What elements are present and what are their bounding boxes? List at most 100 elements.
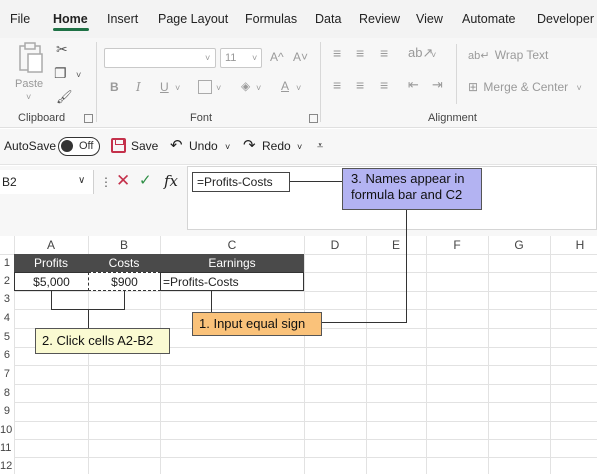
borders-icon[interactable] bbox=[198, 80, 212, 94]
alignment-group-label: Alignment bbox=[428, 112, 477, 124]
borders-dropdown-icon[interactable]: ˅ bbox=[216, 83, 221, 93]
menu-home[interactable]: Home bbox=[53, 12, 88, 26]
cell-b2[interactable]: $900 bbox=[88, 272, 161, 291]
orientation-dropdown-icon[interactable]: ˅ bbox=[431, 50, 436, 60]
menu-bar: File Home Insert Page Layout Formulas Da… bbox=[0, 0, 597, 38]
align-left-icon[interactable]: ≡ bbox=[333, 78, 341, 92]
connector-line bbox=[124, 291, 125, 309]
align-right-icon[interactable]: ≡ bbox=[380, 78, 388, 92]
align-top-icon[interactable]: ≡ bbox=[333, 46, 341, 60]
row-header-5[interactable]: 5 bbox=[0, 331, 10, 343]
align-center-icon[interactable]: ≡ bbox=[356, 78, 364, 92]
menu-formulas[interactable]: Formulas bbox=[245, 12, 297, 26]
column-header-d[interactable]: D bbox=[304, 236, 366, 254]
menu-file[interactable]: File bbox=[10, 12, 30, 26]
fill-color-dropdown-icon[interactable]: ˅ bbox=[256, 83, 261, 93]
underline-dropdown-icon[interactable]: ˅ bbox=[175, 83, 180, 93]
insert-function-icon[interactable]: fx bbox=[164, 172, 178, 190]
italic-button[interactable]: I bbox=[136, 80, 141, 94]
cell-c1[interactable]: Earnings bbox=[160, 254, 304, 272]
group-divider bbox=[320, 42, 321, 122]
cell-b1[interactable]: Costs bbox=[88, 254, 160, 272]
font-size-select[interactable]: 11 ˅ bbox=[220, 48, 262, 68]
column-header-e[interactable]: E bbox=[366, 236, 426, 254]
menu-developer[interactable]: Developer bbox=[537, 12, 594, 26]
fill-color-icon[interactable]: ◈ bbox=[241, 79, 250, 93]
gridline bbox=[14, 457, 597, 458]
menu-review[interactable]: Review bbox=[359, 12, 400, 26]
clipboard-launcher-icon[interactable] bbox=[84, 114, 93, 123]
column-header-h[interactable]: H bbox=[550, 236, 597, 254]
row-header-1[interactable]: 1 bbox=[0, 257, 10, 269]
row-header-12[interactable]: 12 bbox=[0, 460, 12, 472]
connector-line bbox=[322, 322, 407, 323]
column-header-f[interactable]: F bbox=[426, 236, 488, 254]
font-color-icon[interactable]: A bbox=[281, 79, 289, 93]
shrink-font-icon[interactable]: A˅ bbox=[293, 50, 308, 64]
toggle-knob bbox=[61, 140, 73, 152]
formula-value: =Profits-Costs bbox=[192, 172, 290, 192]
clipboard-group-label: Clipboard bbox=[18, 112, 66, 124]
row-header-8[interactable]: 8 bbox=[0, 387, 10, 399]
cell-a1[interactable]: Profits bbox=[14, 254, 88, 272]
row-header-10[interactable]: 10 bbox=[0, 424, 12, 436]
row-header-3[interactable]: 3 bbox=[0, 293, 10, 305]
cell-a2[interactable]: $5,000 bbox=[14, 272, 89, 291]
redo-button[interactable]: Redo bbox=[262, 139, 291, 153]
orientation-icon[interactable]: ab↗ bbox=[408, 46, 433, 60]
gridline bbox=[488, 236, 489, 474]
group-divider bbox=[96, 42, 97, 122]
decrease-indent-icon[interactable]: ⇤ bbox=[408, 78, 419, 92]
cell-c2[interactable]: =Profits-Costs bbox=[160, 272, 304, 291]
underline-button[interactable]: U bbox=[160, 80, 169, 94]
row-header-7[interactable]: 7 bbox=[0, 368, 10, 380]
wrap-text-button[interactable]: ab↵ Wrap Text bbox=[468, 48, 548, 62]
copy-dropdown-icon[interactable]: ˅ bbox=[76, 70, 81, 80]
grow-font-icon[interactable]: A^ bbox=[270, 50, 284, 64]
gridline bbox=[14, 365, 597, 366]
undo-button[interactable]: Undo bbox=[189, 139, 218, 153]
increase-indent-icon[interactable]: ⇥ bbox=[432, 78, 443, 92]
column-header-b[interactable]: B bbox=[88, 236, 160, 254]
row-header-2[interactable]: 2 bbox=[0, 275, 10, 287]
name-box[interactable]: B2 ∨ bbox=[0, 170, 94, 194]
enter-icon[interactable]: ✓ bbox=[139, 171, 152, 189]
copy-icon[interactable]: ❐ bbox=[54, 66, 67, 80]
column-header-g[interactable]: G bbox=[488, 236, 550, 254]
format-painter-icon[interactable]: 🖌 bbox=[56, 90, 73, 104]
menu-insert[interactable]: Insert bbox=[107, 12, 138, 26]
column-header-a[interactable]: A bbox=[14, 236, 88, 254]
save-icon[interactable] bbox=[111, 138, 126, 153]
redo-dropdown-icon[interactable]: ˅ bbox=[297, 142, 302, 152]
undo-dropdown-icon[interactable]: ˅ bbox=[225, 142, 230, 152]
align-bottom-icon[interactable]: ≡ bbox=[380, 46, 388, 60]
chevron-down-icon: ˅ bbox=[252, 53, 258, 63]
redo-icon[interactable]: ↷ bbox=[243, 136, 256, 154]
bold-button[interactable]: B bbox=[110, 80, 119, 94]
undo-icon[interactable]: ↶ bbox=[170, 136, 183, 154]
font-launcher-icon[interactable] bbox=[309, 114, 318, 123]
more-options-icon[interactable]: ⋮ bbox=[100, 175, 112, 189]
row-header-6[interactable]: 6 bbox=[0, 349, 10, 361]
menu-view[interactable]: View bbox=[416, 12, 443, 26]
font-name-select[interactable]: ˅ bbox=[104, 48, 216, 68]
cancel-icon[interactable]: ✕ bbox=[116, 171, 130, 191]
row-header-4[interactable]: 4 bbox=[0, 312, 10, 324]
paste-button[interactable]: Paste ˅ bbox=[14, 42, 46, 102]
font-color-dropdown-icon[interactable]: ˅ bbox=[296, 83, 301, 93]
wrap-text-label: Wrap Text bbox=[494, 48, 549, 62]
merge-center-button[interactable]: ⊞ Merge & Center ˅ bbox=[468, 80, 582, 94]
menu-automate[interactable]: Automate bbox=[462, 12, 516, 26]
callout-step-3-line-2: formula bar and C2 bbox=[351, 187, 463, 202]
paste-label: Paste bbox=[15, 78, 44, 90]
save-button[interactable]: Save bbox=[131, 139, 158, 153]
row-header-11[interactable]: 11 bbox=[0, 442, 11, 454]
cut-icon[interactable]: ✂ bbox=[56, 42, 68, 56]
menu-page-layout[interactable]: Page Layout bbox=[158, 12, 228, 26]
customize-qat-icon[interactable]: ⩡ bbox=[317, 140, 323, 153]
column-header-c[interactable]: C bbox=[160, 236, 304, 254]
align-middle-icon[interactable]: ≡ bbox=[356, 46, 364, 60]
row-header-9[interactable]: 9 bbox=[0, 405, 10, 417]
menu-data[interactable]: Data bbox=[315, 12, 341, 26]
autosave-toggle[interactable]: Off bbox=[58, 137, 100, 156]
